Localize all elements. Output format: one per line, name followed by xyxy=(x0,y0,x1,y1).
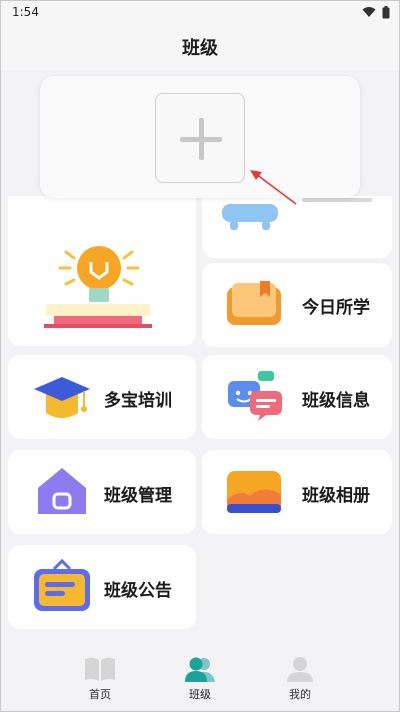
status-time: 1:54 xyxy=(12,5,39,19)
annotation-arrow-icon xyxy=(250,170,297,205)
book-open-icon xyxy=(85,657,115,681)
card-class-notice[interactable]: 班级公告 xyxy=(8,545,196,629)
people-icon xyxy=(185,657,215,682)
add-button[interactable] xyxy=(155,93,245,183)
tab-mine[interactable]: 我的 xyxy=(260,648,340,712)
plus-icon-vertical xyxy=(199,118,204,160)
wifi-icon xyxy=(362,7,376,17)
book-icon xyxy=(227,281,281,325)
status-bar: 1:54 xyxy=(0,0,400,24)
card-label-manage: 班级管理 xyxy=(104,486,172,506)
card-label-today: 今日所学 xyxy=(302,298,370,318)
card-class-album[interactable]: 班级相册 xyxy=(202,450,392,534)
card-label-notice: 班级公告 xyxy=(104,581,172,601)
battery-icon xyxy=(382,5,390,18)
landscape-icon xyxy=(227,471,281,513)
bathtub-icon xyxy=(222,204,278,230)
status-icons xyxy=(362,5,390,19)
user-icon xyxy=(287,657,313,682)
partial-label-remnant xyxy=(302,198,372,202)
add-popup xyxy=(40,76,360,198)
lightbulb-book-icon xyxy=(44,246,152,328)
tab-class[interactable]: 班级 xyxy=(160,648,240,712)
house-icon xyxy=(38,468,86,514)
card-class-manage[interactable]: 班级管理 xyxy=(8,450,196,534)
bottom-tab-bar: 首页 班级 我的 xyxy=(0,648,400,712)
tab-label-class: 班级 xyxy=(189,688,211,701)
card-label-album: 班级相册 xyxy=(302,486,370,506)
card-label-training: 多宝培训 xyxy=(104,391,172,411)
tab-home[interactable]: 首页 xyxy=(60,648,140,712)
card-today-learning[interactable]: 今日所学 xyxy=(202,263,392,347)
card-label-info: 班级信息 xyxy=(302,391,370,411)
chat-bubbles-icon xyxy=(228,371,282,421)
card-class-info[interactable]: 班级信息 xyxy=(202,355,392,439)
page-title: 班级 xyxy=(0,24,400,70)
tab-label-home: 首页 xyxy=(89,688,111,701)
card-training[interactable]: 多宝培训 xyxy=(8,355,196,439)
card-large-lightbulb[interactable] xyxy=(8,196,196,346)
graduation-cap-icon xyxy=(34,377,90,418)
notice-board-icon xyxy=(34,559,90,611)
tab-label-mine: 我的 xyxy=(289,688,311,701)
